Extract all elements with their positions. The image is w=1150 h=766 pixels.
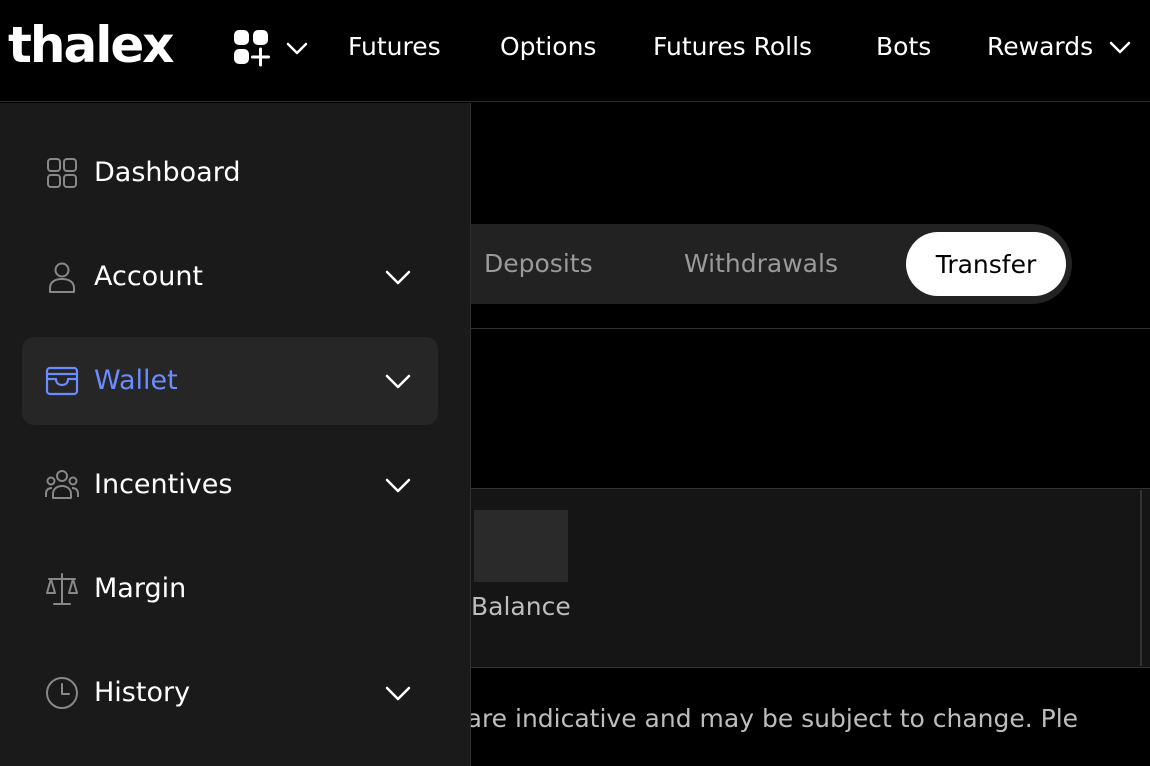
sidebar-item-label: Dashboard xyxy=(94,157,241,188)
nav-rewards[interactable]: Rewards xyxy=(987,30,1133,64)
chevron-down-icon xyxy=(1109,41,1131,54)
nav-futures-rolls[interactable]: Futures Rolls xyxy=(653,30,812,64)
disclaimer-text: ers are indicative and may be subject to… xyxy=(420,704,1079,733)
chevron-down-icon[interactable] xyxy=(384,471,412,499)
sidebar-item-label: Account xyxy=(94,261,204,292)
chevron-down-icon xyxy=(286,42,308,55)
loading-skeleton xyxy=(474,510,568,582)
chevron-down-icon[interactable] xyxy=(384,367,412,395)
sidebar-item-history[interactable]: History xyxy=(22,649,438,737)
nav-futures[interactable]: Futures xyxy=(348,30,441,64)
divider xyxy=(470,328,1150,329)
sidebar-item-label: Margin xyxy=(94,573,187,604)
clock-icon xyxy=(46,677,78,709)
group-icon xyxy=(45,470,79,499)
sidebar-item-account[interactable]: Account xyxy=(22,233,438,321)
sidebar-item-dashboard[interactable]: Dashboard xyxy=(22,129,438,217)
sidebar-item-label: Incentives xyxy=(94,469,233,500)
user-icon xyxy=(49,262,75,293)
chevron-down-icon[interactable] xyxy=(384,263,412,291)
top-navigation-bar: thalex Futures Options Futures Rolls Bot… xyxy=(0,0,1150,102)
divider xyxy=(1140,490,1142,666)
sidebar-item-margin[interactable]: Margin xyxy=(22,545,438,633)
nav-options[interactable]: Options xyxy=(500,30,596,64)
nav-bots[interactable]: Bots xyxy=(876,30,931,64)
scale-icon xyxy=(46,573,78,605)
tab-withdrawals[interactable]: Withdrawals xyxy=(684,247,838,281)
balance-label: Balance xyxy=(471,592,571,621)
nav-rewards-label: Rewards xyxy=(987,32,1094,61)
sidebar-item-incentives[interactable]: Incentives xyxy=(22,441,438,529)
sidebar-item-label: History xyxy=(94,677,191,708)
apps-icon xyxy=(234,30,270,67)
wallet-icon xyxy=(45,366,79,396)
sidebar-menu: Dashboard Account Wallet Incentives Marg… xyxy=(0,103,471,766)
tab-deposits[interactable]: Deposits xyxy=(484,247,593,281)
tab-transfer[interactable]: Transfer xyxy=(906,232,1066,296)
chevron-down-icon[interactable] xyxy=(384,679,412,707)
apps-menu-button[interactable] xyxy=(232,28,312,68)
sidebar-item-wallet[interactable]: Wallet xyxy=(22,337,438,425)
thalex-logo[interactable]: thalex xyxy=(8,18,175,72)
sidebar-item-label: Wallet xyxy=(94,365,178,396)
dashboard-grid-icon xyxy=(47,158,77,188)
